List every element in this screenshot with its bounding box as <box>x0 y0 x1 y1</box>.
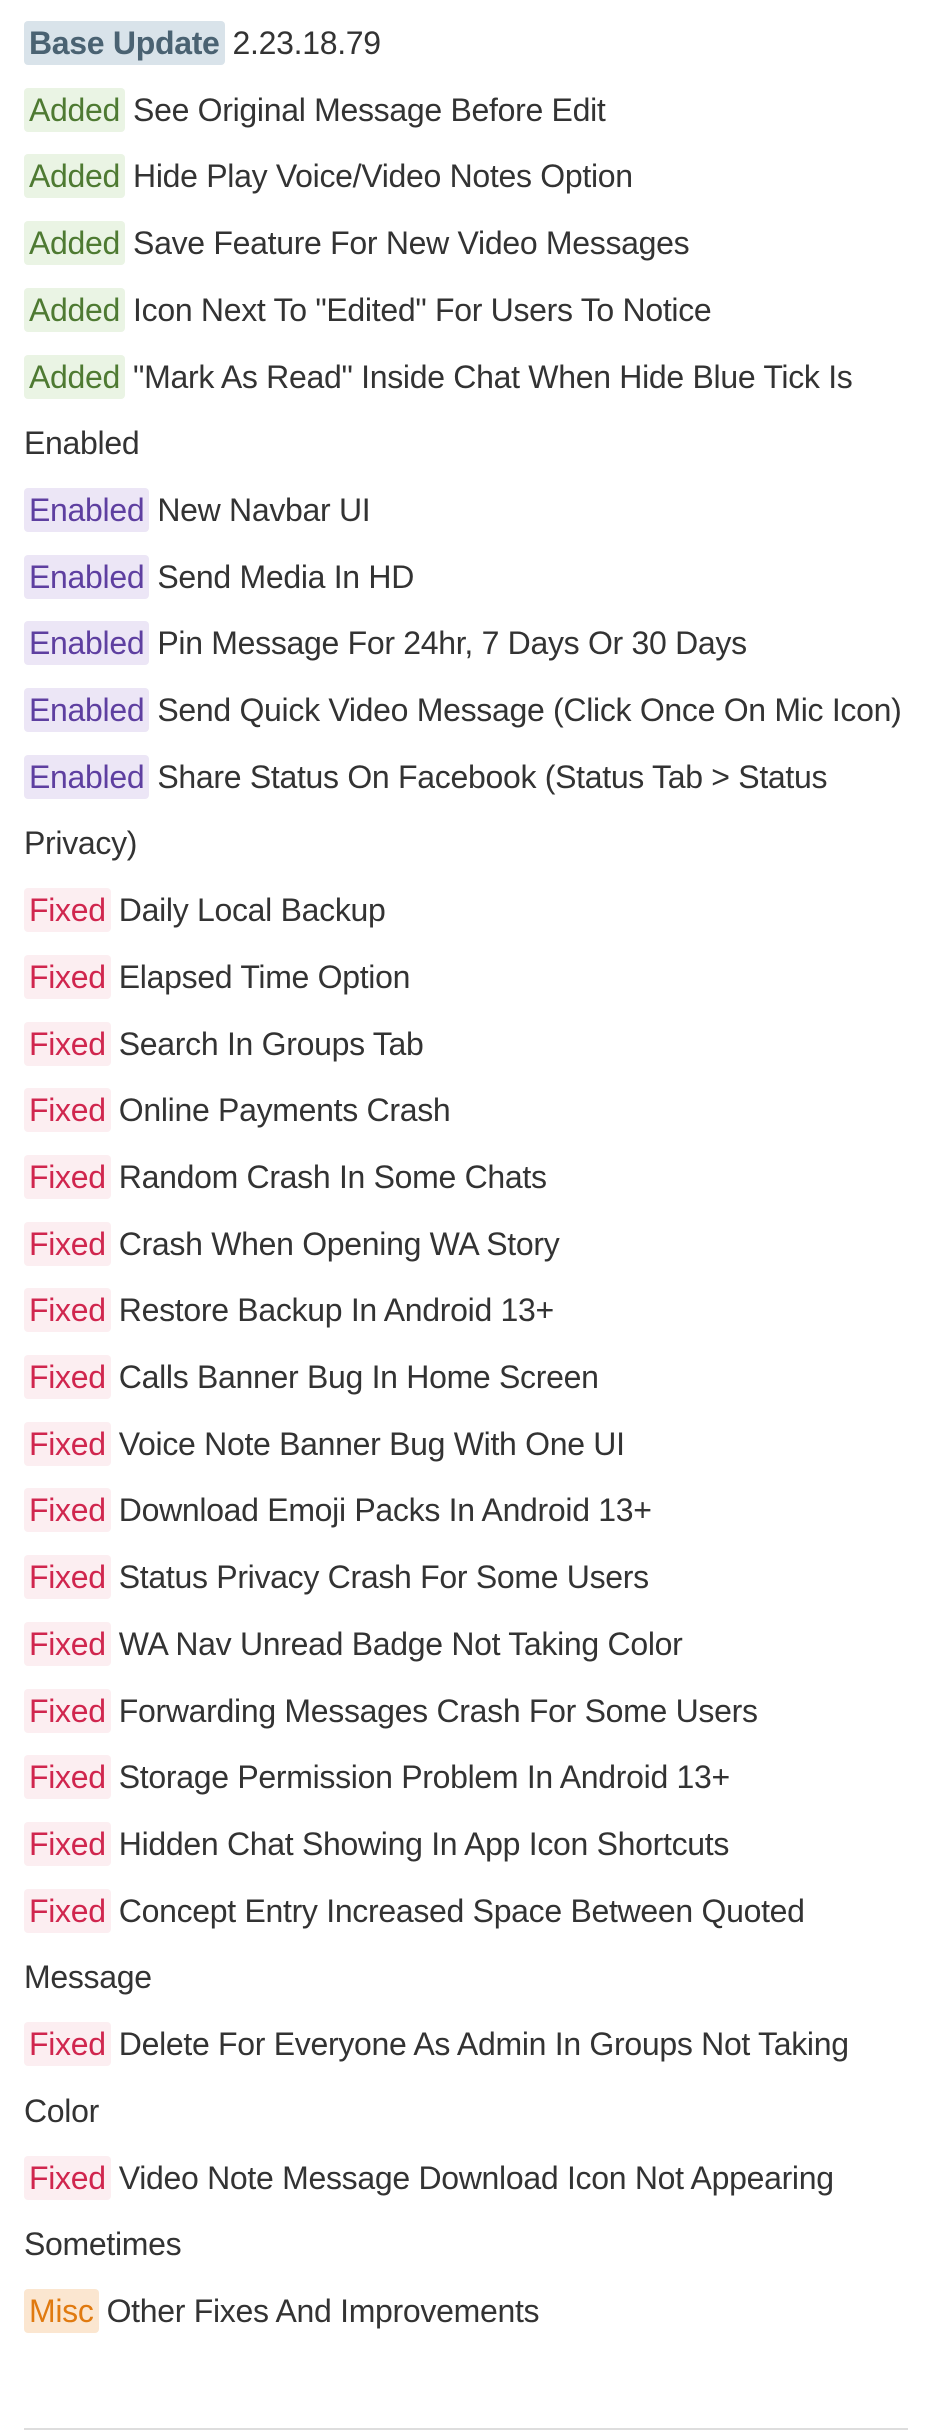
added-badge: Added <box>24 87 126 132</box>
changelog-text: Send Media In HD <box>157 558 415 595</box>
changelog-item-enabled: Enabled New Navbar UI <box>24 477 914 544</box>
fixed-badge: Fixed <box>24 888 111 933</box>
changelog-item-fixed: Fixed Daily Local Backup <box>24 877 914 944</box>
misc-badge: Misc <box>24 2288 99 2333</box>
changelog-item-added: Added Hide Play Voice/Video Notes Option <box>24 143 914 210</box>
changelog-text: Concept Entry Increased Space Between Qu… <box>24 1892 805 1996</box>
changelog-item-fixed: Fixed Status Privacy Crash For Some Users <box>24 1544 914 1611</box>
fixed-badge: Fixed <box>24 1688 111 1733</box>
fixed-badge: Fixed <box>24 1621 111 1666</box>
changelog-item-fixed: Fixed Download Emoji Packs In Android 13+ <box>24 1477 914 1544</box>
changelog-item-fixed: Fixed Crash When Opening WA Story <box>24 1211 914 1278</box>
changelog-item-fixed: Fixed Calls Banner Bug In Home Screen <box>24 1344 914 1411</box>
fixed-badge: Fixed <box>24 1288 111 1333</box>
fixed-badge: Fixed <box>24 2022 111 2067</box>
changelog-text: Storage Permission Problem In Android 13… <box>118 1759 730 1796</box>
fixed-badge: Fixed <box>24 1021 111 1066</box>
changelog-item-enabled: Enabled Send Media In HD <box>24 544 914 611</box>
changelog-item-fixed: Fixed Forwarding Messages Crash For Some … <box>24 1678 914 1745</box>
enabled-badge: Enabled <box>24 621 150 666</box>
changelog-item-added: Added Save Feature For New Video Messages <box>24 210 914 277</box>
changelog-text: Pin Message For 24hr, 7 Days Or 30 Days <box>157 625 747 662</box>
changelog-list: Base Update 2.23.18.79 Added See Original M… <box>24 10 914 2345</box>
changelog-item-fixed: Fixed Online Payments Crash <box>24 1077 914 1144</box>
changelog-item-fixed: Fixed WA Nav Unread Badge Not Taking Colo… <box>24 1611 914 1678</box>
changelog-text: Restore Backup In Android 13+ <box>118 1292 554 1329</box>
changelog-text: Forwarding Messages Crash For Some Users <box>118 1692 758 1729</box>
changelog-text: 2.23.18.79 <box>232 25 382 61</box>
fixed-badge: Fixed <box>24 1088 111 1133</box>
changelog-text: Hide Play Voice/Video Notes Option <box>133 158 633 195</box>
fixed-badge: Fixed <box>24 1755 111 1800</box>
changelog-item-fixed: Fixed Voice Note Banner Bug With One UI <box>24 1411 914 1478</box>
changelog-text: Hidden Chat Showing In App Icon Shortcut… <box>118 1825 730 1862</box>
fixed-badge: Fixed <box>24 1888 111 1933</box>
changelog-item-added: Added "Mark As Read" Inside Chat When Hid… <box>24 344 914 477</box>
fixed-badge: Fixed <box>24 1555 111 1600</box>
changelog-item-fixed: Fixed Video Note Message Download Icon No… <box>24 2145 914 2278</box>
enabled-badge: Enabled <box>24 554 150 599</box>
enabled-badge: Enabled <box>24 754 150 799</box>
changelog-text: Video Note Message Download Icon Not App… <box>24 2159 834 2263</box>
added-badge: Added <box>24 287 126 332</box>
changelog-text: Random Crash In Some Chats <box>118 1158 547 1195</box>
changelog-item-fixed: Fixed Restore Backup In Android 13+ <box>24 1277 914 1344</box>
base-badge: Base Update <box>24 21 225 65</box>
changelog-text: Download Emoji Packs In Android 13+ <box>118 1492 652 1529</box>
changelog-item-base: Base Update 2.23.18.79 <box>24 10 914 77</box>
changelog-item-enabled: Enabled Pin Message For 24hr, 7 Days Or 3… <box>24 610 914 677</box>
changelog-text: Delete For Everyone As Admin In Groups N… <box>24 2026 849 2129</box>
fixed-badge: Fixed <box>24 1221 111 1266</box>
fixed-badge: Fixed <box>24 1154 111 1199</box>
changelog-item-fixed: Fixed Storage Permission Problem In Andro… <box>24 1744 914 1811</box>
added-badge: Added <box>24 354 126 399</box>
fixed-badge: Fixed <box>24 1421 111 1466</box>
changelog-item-misc: Misc Other Fixes And Improvements <box>24 2278 914 2345</box>
changelog-text: Crash When Opening WA Story <box>118 1225 560 1262</box>
divider <box>24 2428 908 2430</box>
changelog-text: Status Privacy Crash For Some Users <box>118 1559 649 1596</box>
added-badge: Added <box>24 154 126 199</box>
changelog-item-enabled: Enabled Share Status On Facebook (Status … <box>24 744 914 877</box>
changelog-text: Other Fixes And Improvements <box>106 2292 540 2329</box>
changelog-text: WA Nav Unread Badge Not Taking Color <box>118 1625 683 1662</box>
changelog-item-fixed: Fixed Search In Groups Tab <box>24 1011 914 1078</box>
changelog-text: Voice Note Banner Bug With One UI <box>118 1425 625 1462</box>
changelog-text: Elapsed Time Option <box>118 958 411 995</box>
changelog-item-added: Added See Original Message Before Edit <box>24 77 914 144</box>
changelog-text: Save Feature For New Video Messages <box>133 225 690 262</box>
fixed-badge: Fixed <box>24 1821 111 1866</box>
added-badge: Added <box>24 221 126 266</box>
enabled-badge: Enabled <box>24 487 150 532</box>
changelog-text: See Original Message Before Edit <box>133 91 606 128</box>
changelog-text: Search In Groups Tab <box>118 1025 424 1062</box>
fixed-badge: Fixed <box>24 954 111 999</box>
changelog-text: Daily Local Backup <box>118 892 386 929</box>
changelog-text: Send Quick Video Message (Click Once On … <box>157 692 902 729</box>
changelog-item-fixed: Fixed Elapsed Time Option <box>24 944 914 1011</box>
changelog-text: "Mark As Read" Inside Chat When Hide Blu… <box>24 358 853 462</box>
changelog-item-fixed: Fixed Delete For Everyone As Admin In Gro… <box>24 2011 914 2144</box>
enabled-badge: Enabled <box>24 688 150 733</box>
fixed-badge: Fixed <box>24 1488 111 1533</box>
changelog-text: Online Payments Crash <box>118 1092 451 1129</box>
changelog-text: New Navbar UI <box>157 491 371 528</box>
changelog-text: Calls Banner Bug In Home Screen <box>118 1359 599 1396</box>
changelog-item-fixed: Fixed Hidden Chat Showing In App Icon Sho… <box>24 1811 914 1878</box>
fixed-badge: Fixed <box>24 2155 111 2200</box>
fixed-badge: Fixed <box>24 1355 111 1400</box>
changelog-item-added: Added Icon Next To "Edited" For Users To … <box>24 277 914 344</box>
changelog-item-enabled: Enabled Send Quick Video Message (Click O… <box>24 677 914 744</box>
changelog-item-fixed: Fixed Concept Entry Increased Space Betwe… <box>24 1878 914 2011</box>
changelog-text: Icon Next To "Edited" For Users To Notic… <box>133 291 712 328</box>
changelog-item-fixed: Fixed Random Crash In Some Chats <box>24 1144 914 1211</box>
